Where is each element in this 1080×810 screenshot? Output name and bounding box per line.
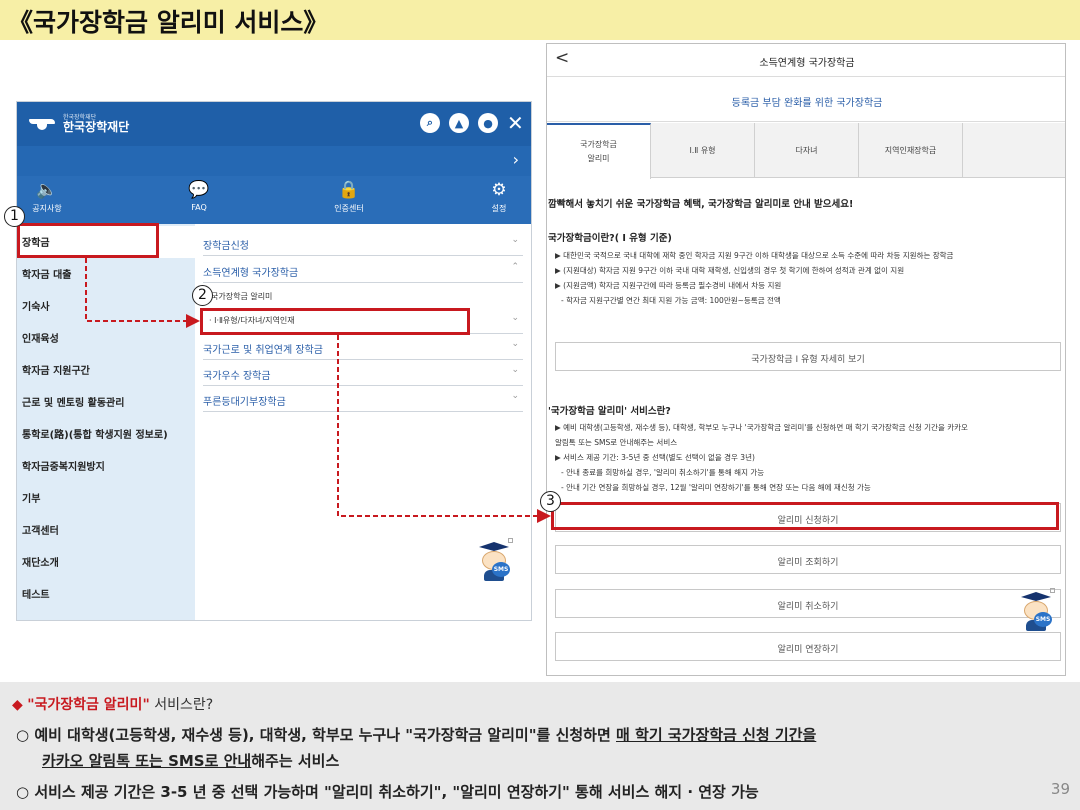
step-badge-3: 3 xyxy=(540,491,561,512)
summary-footer: ◆ "국가장학금 알리미" 서비스란? ○ 예비 대학생(고등학생, 재수생 등… xyxy=(0,682,1080,810)
step-badge-1: 1 xyxy=(4,206,25,227)
summary-bullet-2: ○ 서비스 제공 기간은 3-5 년 중 선택 가능하며 "알리미 취소하기",… xyxy=(16,781,759,802)
summary-heading-rest: 서비스란? xyxy=(149,697,214,713)
summary-text: 예비 대학생(고등학생, 재수생 등), 대학생, 학부모 누구나 "국가장학금… xyxy=(34,726,616,744)
summary-heading: ◆ "국가장학금 알리미" 서비스란? xyxy=(12,694,213,714)
circle-bullet-icon: ○ xyxy=(16,726,30,744)
page-number: 39 xyxy=(1050,780,1070,798)
circle-bullet-icon: ○ xyxy=(16,783,30,801)
summary-underline: 카카오 알림톡 또는 SMS로 안내 xyxy=(42,752,252,770)
summary-heading-highlight: "국가장학금 알리미" xyxy=(27,697,150,713)
summary-text: 해주는 서비스 xyxy=(251,752,340,770)
step-badge-2: 2 xyxy=(192,285,213,306)
connector-2-3 xyxy=(337,335,551,523)
summary-underline: 매 학기 국가장학금 신청 기간을 xyxy=(616,726,817,744)
summary-text: 서비스 제공 기간은 3-5 년 중 선택 가능하며 "알리미 취소하기", "… xyxy=(34,783,759,801)
summary-bullet-1-cont: 카카오 알림톡 또는 SMS로 안내해주는 서비스 xyxy=(42,750,339,771)
connector-lines xyxy=(85,258,551,523)
diamond-bullet-icon: ◆ xyxy=(12,697,23,713)
connector-1-2 xyxy=(85,258,200,328)
summary-bullet-1: ○ 예비 대학생(고등학생, 재수생 등), 대학생, 학부모 누구나 "국가장… xyxy=(16,724,816,745)
